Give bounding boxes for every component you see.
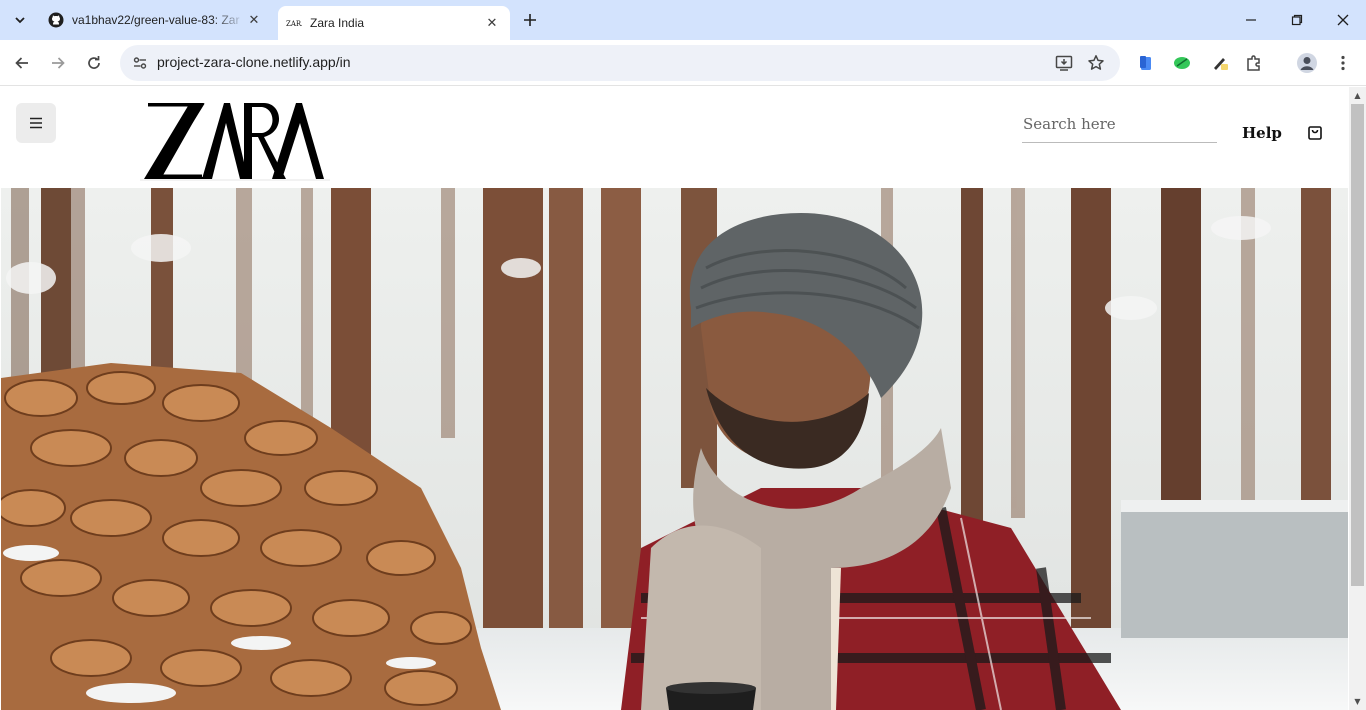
tab-title: va1bhav22/green-value-83: Zar xyxy=(72,13,240,27)
new-tab-button[interactable] xyxy=(518,8,542,32)
zara-logo[interactable] xyxy=(140,101,330,181)
zara-favicon-icon: ZARA xyxy=(286,15,302,31)
help-link[interactable]: Help xyxy=(1242,124,1282,142)
minimize-button[interactable] xyxy=(1228,0,1274,40)
forward-button[interactable] xyxy=(44,49,72,77)
arrow-right-icon xyxy=(52,57,65,69)
address-bar[interactable]: project-zara-clone.netlify.app/in xyxy=(120,45,1120,81)
kebab-menu-icon xyxy=(1341,55,1345,71)
close-window-button[interactable] xyxy=(1320,0,1366,40)
scroll-down-arrow-icon[interactable]: ▼ xyxy=(1349,693,1366,710)
site-info-icon[interactable] xyxy=(128,51,152,75)
tab-strip: va1bhav22/green-value-83: Zar ✕ ZARA Zar… xyxy=(0,0,1366,40)
shopping-bag-icon xyxy=(1308,126,1322,140)
avatar-icon xyxy=(1297,53,1317,73)
scrollbar-thumb[interactable] xyxy=(1351,104,1364,586)
tab-zara[interactable]: ZARA Zara India ✕ xyxy=(278,6,510,40)
page-scrollbar[interactable]: ▲ ▼ xyxy=(1349,87,1366,710)
extension-pen-icon[interactable] xyxy=(1206,49,1234,77)
reload-button[interactable] xyxy=(80,49,108,77)
profile-avatar[interactable] xyxy=(1293,49,1321,77)
minimize-icon xyxy=(1246,19,1256,21)
tab-github[interactable]: va1bhav22/green-value-83: Zar ✕ xyxy=(40,0,272,40)
hero-image xyxy=(1,188,1348,710)
browser-menu-button[interactable] xyxy=(1329,49,1357,77)
scroll-up-arrow-icon[interactable]: ▲ xyxy=(1349,87,1366,104)
tab-title: Zara India xyxy=(310,16,365,30)
hamburger-menu-button[interactable] xyxy=(16,103,56,143)
github-icon xyxy=(48,12,64,28)
search-field[interactable] xyxy=(1022,111,1217,143)
hero-photo xyxy=(1,188,1348,710)
close-tab-icon[interactable]: ✕ xyxy=(246,12,262,28)
search-input[interactable] xyxy=(1022,111,1217,137)
restore-icon xyxy=(1291,14,1303,26)
chevron-down-icon xyxy=(15,17,25,24)
tab-search-button[interactable] xyxy=(6,6,34,34)
back-button[interactable] xyxy=(8,49,36,77)
bookmark-star-icon[interactable] xyxy=(1084,51,1108,75)
restore-button[interactable] xyxy=(1274,0,1320,40)
extensions-puzzle-icon[interactable] xyxy=(1240,49,1268,77)
hamburger-icon xyxy=(30,117,42,129)
zara-logo-mark xyxy=(140,103,330,181)
browser-toolbar: project-zara-clone.netlify.app/in xyxy=(0,40,1366,86)
install-app-icon[interactable] xyxy=(1052,51,1076,75)
extension-leaf-icon[interactable] xyxy=(1168,49,1196,77)
arrow-left-icon xyxy=(15,57,28,69)
close-icon xyxy=(1337,14,1349,26)
plus-icon xyxy=(524,14,536,26)
page-content: Help xyxy=(0,87,1349,710)
svg-text:ZARA: ZARA xyxy=(286,20,302,28)
url-text[interactable]: project-zara-clone.netlify.app/in xyxy=(157,54,351,70)
shopping-bag-button[interactable] xyxy=(1306,123,1324,141)
reload-icon xyxy=(88,56,100,69)
close-tab-icon[interactable]: ✕ xyxy=(484,15,500,31)
extension-clipboard-icon[interactable] xyxy=(1132,49,1160,77)
